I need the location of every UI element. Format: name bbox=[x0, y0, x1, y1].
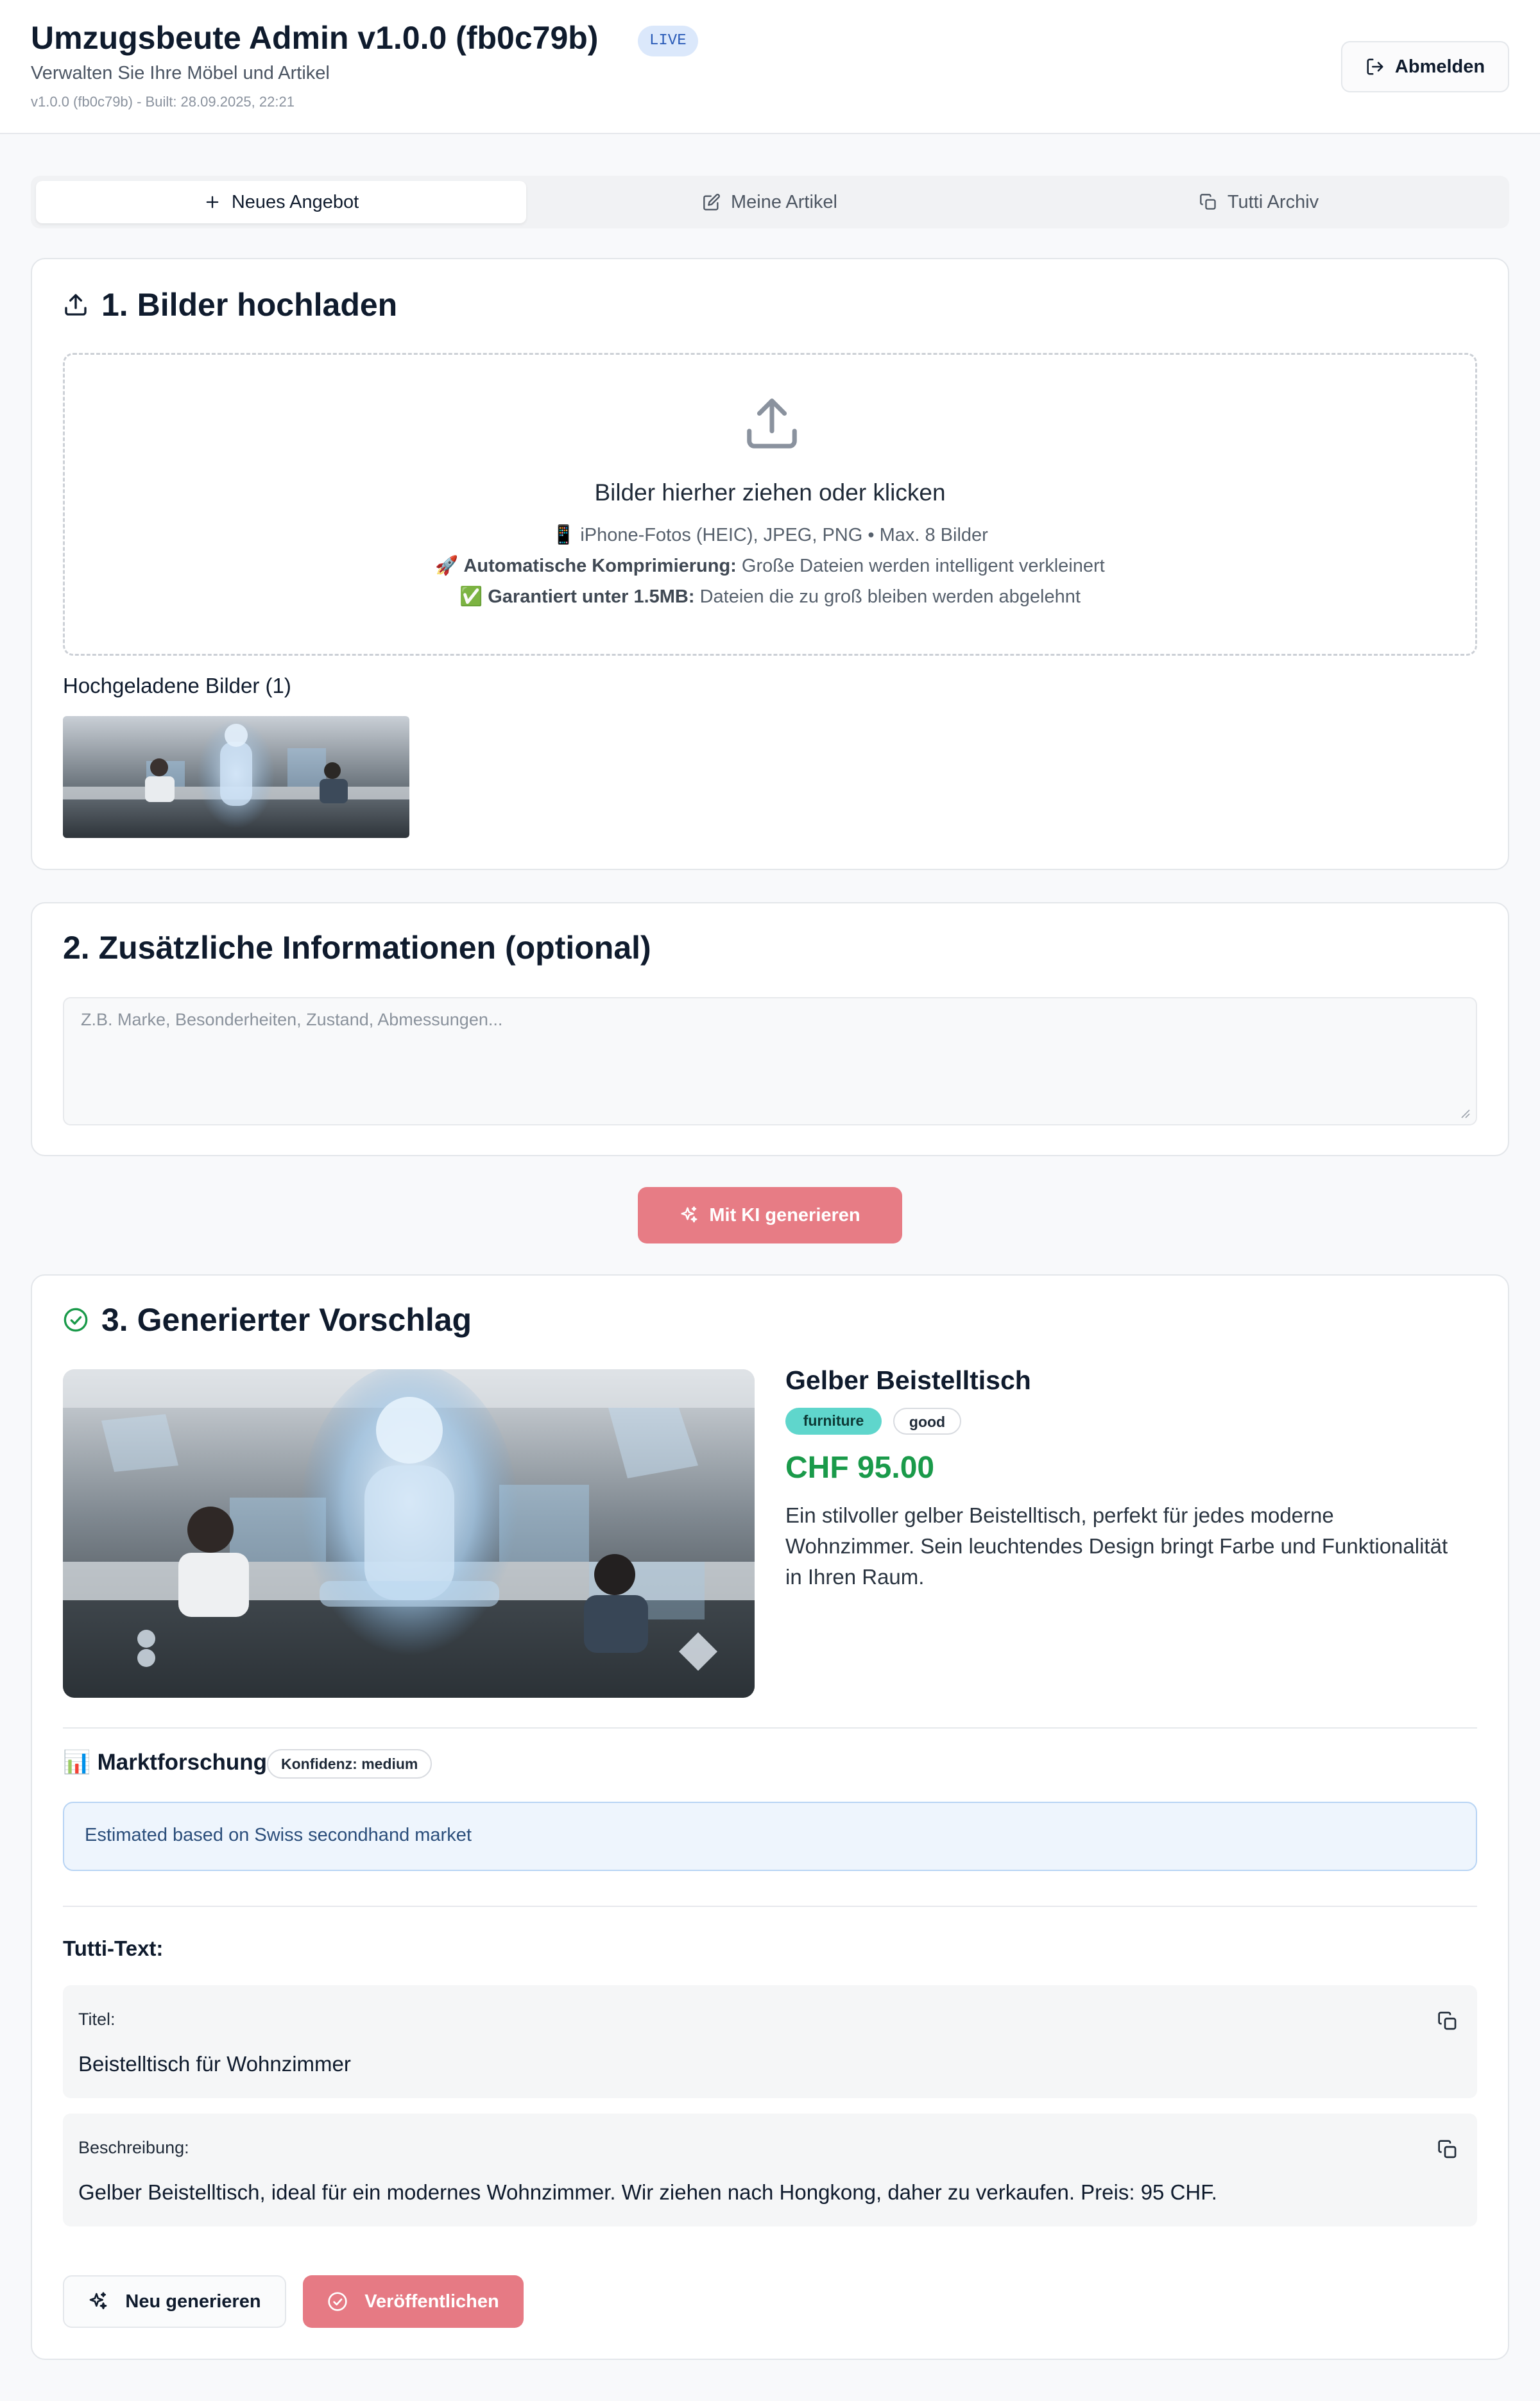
regenerate-button[interactable]: Neu generieren bbox=[63, 2275, 286, 2328]
item-price: CHF 95.00 bbox=[785, 1451, 935, 1485]
market-research-title: 📊 Marktforschung bbox=[63, 1749, 267, 1775]
extra-info-textarea[interactable]: Z.B. Marke, Besonderheiten, Zustand, Abm… bbox=[63, 997, 1477, 1125]
result-card: 3. Generierter Vorschlag Gelber Beistell… bbox=[31, 1274, 1509, 2360]
condition-badge: good bbox=[893, 1408, 961, 1435]
main-tabs: Neues Angebot Meine Artikel Tutti Archiv bbox=[31, 176, 1509, 228]
tab-tutti-archive-label: Tutti Archiv bbox=[1227, 191, 1319, 212]
live-badge: LIVE bbox=[638, 26, 698, 56]
item-name: Gelber Beistelltisch bbox=[785, 1365, 1031, 1395]
dropzone-formats: 📱 iPhone-Fotos (HEIC), JPEG, PNG • Max. … bbox=[552, 525, 988, 545]
generated-item-image bbox=[63, 1369, 755, 1698]
rocket-icon: 🚀 bbox=[435, 556, 459, 576]
check-circle-icon bbox=[328, 2292, 347, 2311]
extra-info-placeholder: Z.B. Marke, Besonderheiten, Zustand, Abm… bbox=[81, 1010, 503, 1029]
dropzone-guarantee: ✅ Garantiert unter 1.5MB: Dateien die zu… bbox=[65, 586, 1475, 608]
generate-ai-label: Mit KI generieren bbox=[709, 1204, 860, 1226]
publish-button[interactable]: Veröffentlichen bbox=[303, 2275, 524, 2328]
tab-new-offer-label: Neues Angebot bbox=[231, 191, 359, 212]
plus-icon bbox=[206, 196, 219, 209]
tab-new-offer[interactable]: Neues Angebot bbox=[36, 181, 526, 223]
copy-icon bbox=[1199, 194, 1216, 210]
resize-handle-icon bbox=[1461, 1109, 1470, 1118]
tutti-description-value: Gelber Beistelltisch, ideal für ein mode… bbox=[78, 2180, 1217, 2204]
tutti-title-value: Beistelltisch für Wohnzimmer bbox=[78, 2052, 351, 2076]
copy-title-icon[interactable] bbox=[1437, 2011, 1458, 2031]
divider bbox=[63, 1906, 1477, 1907]
uploaded-images-label: Hochgeladene Bilder (1) bbox=[63, 674, 291, 697]
upload-card: 1. Bilder hochladen Bilder hierher ziehe… bbox=[31, 258, 1509, 870]
build-info: v1.0.0 (fb0c79b) - Built: 28.09.2025, 22… bbox=[31, 94, 295, 110]
market-research-label: Marktforschung bbox=[97, 1749, 268, 1775]
compression-text: Große Dateien werden intelligent verklei… bbox=[741, 556, 1105, 576]
guarantee-text: Dateien die zu groß bleiben werden abgel… bbox=[699, 586, 1081, 607]
item-description: Ein stilvoller gelber Beistelltisch, per… bbox=[785, 1503, 1448, 1589]
dropzone-compression: 🚀 Automatische Komprimierung: Große Date… bbox=[65, 555, 1475, 577]
logout-label: Abmelden bbox=[1394, 56, 1485, 77]
regenerate-label: Neu generieren bbox=[125, 2291, 261, 2312]
publish-label: Veröffentlichen bbox=[364, 2291, 499, 2312]
app-subtitle: Verwalten Sie Ihre Möbel und Artikel bbox=[31, 63, 330, 83]
logout-button[interactable]: Abmelden bbox=[1341, 41, 1509, 92]
upload-title-text: 1. Bilder hochladen bbox=[101, 287, 398, 323]
sparkles-icon bbox=[681, 1206, 697, 1223]
divider bbox=[63, 1727, 1477, 1729]
tab-tutti-archive[interactable]: Tutti Archiv bbox=[1014, 181, 1504, 223]
guarantee-bold: Garantiert unter 1.5MB: bbox=[488, 586, 695, 607]
generate-ai-button[interactable]: Mit KI generieren bbox=[638, 1187, 902, 1243]
market-research-note: Estimated based on Swiss secondhand mark… bbox=[63, 1802, 1477, 1871]
copy-description-icon[interactable] bbox=[1437, 2139, 1458, 2160]
upload-card-title: 1. Bilder hochladen bbox=[63, 286, 397, 323]
logout-icon bbox=[1367, 58, 1383, 75]
tab-my-items-label: Meine Artikel bbox=[730, 191, 837, 212]
uploaded-image-thumbnail[interactable] bbox=[63, 716, 409, 838]
tutti-title-label: Titel: bbox=[78, 2010, 116, 2029]
tutti-text-label: Tutti-Text: bbox=[63, 1936, 164, 1960]
dropzone-title: Bilder hierher ziehen oder klicken bbox=[594, 479, 946, 506]
result-title-text: 3. Generierter Vorschlag bbox=[101, 1302, 472, 1338]
upload-cloud-icon bbox=[747, 398, 797, 449]
check-circle-icon bbox=[64, 1308, 88, 1332]
confidence-badge: Konfidenz: medium bbox=[267, 1749, 432, 1779]
sparkles-icon bbox=[90, 2292, 107, 2309]
check-mark-icon: ✅ bbox=[459, 586, 483, 607]
edit-icon bbox=[703, 194, 720, 210]
market-research-text: Estimated based on Swiss secondhand mark… bbox=[85, 1825, 472, 1845]
image-dropzone[interactable]: Bilder hierher ziehen oder klicken 📱 iPh… bbox=[63, 353, 1477, 656]
tutti-description-box: Beschreibung: Gelber Beistelltisch, idea… bbox=[63, 2114, 1477, 2226]
category-badge: furniture bbox=[785, 1408, 882, 1435]
tab-my-items[interactable]: Meine Artikel bbox=[525, 181, 1015, 223]
bar-chart-icon: 📊 bbox=[63, 1750, 91, 1775]
extra-info-card: 2. Zusätzliche Informationen (optional) … bbox=[31, 902, 1509, 1156]
result-card-title: 3. Generierter Vorschlag bbox=[63, 1301, 472, 1338]
extra-info-title: 2. Zusätzliche Informationen (optional) bbox=[63, 930, 651, 966]
app-header: Umzugsbeute Admin v1.0.0 (fb0c79b) LIVE … bbox=[0, 0, 1540, 134]
tutti-description-label: Beschreibung: bbox=[78, 2138, 189, 2157]
tutti-title-box: Titel: Beistelltisch für Wohnzimmer bbox=[63, 1985, 1477, 2098]
app-title: Umzugsbeute Admin v1.0.0 (fb0c79b) bbox=[31, 20, 599, 56]
upload-icon bbox=[65, 294, 87, 316]
compression-bold: Automatische Komprimierung: bbox=[463, 556, 737, 576]
